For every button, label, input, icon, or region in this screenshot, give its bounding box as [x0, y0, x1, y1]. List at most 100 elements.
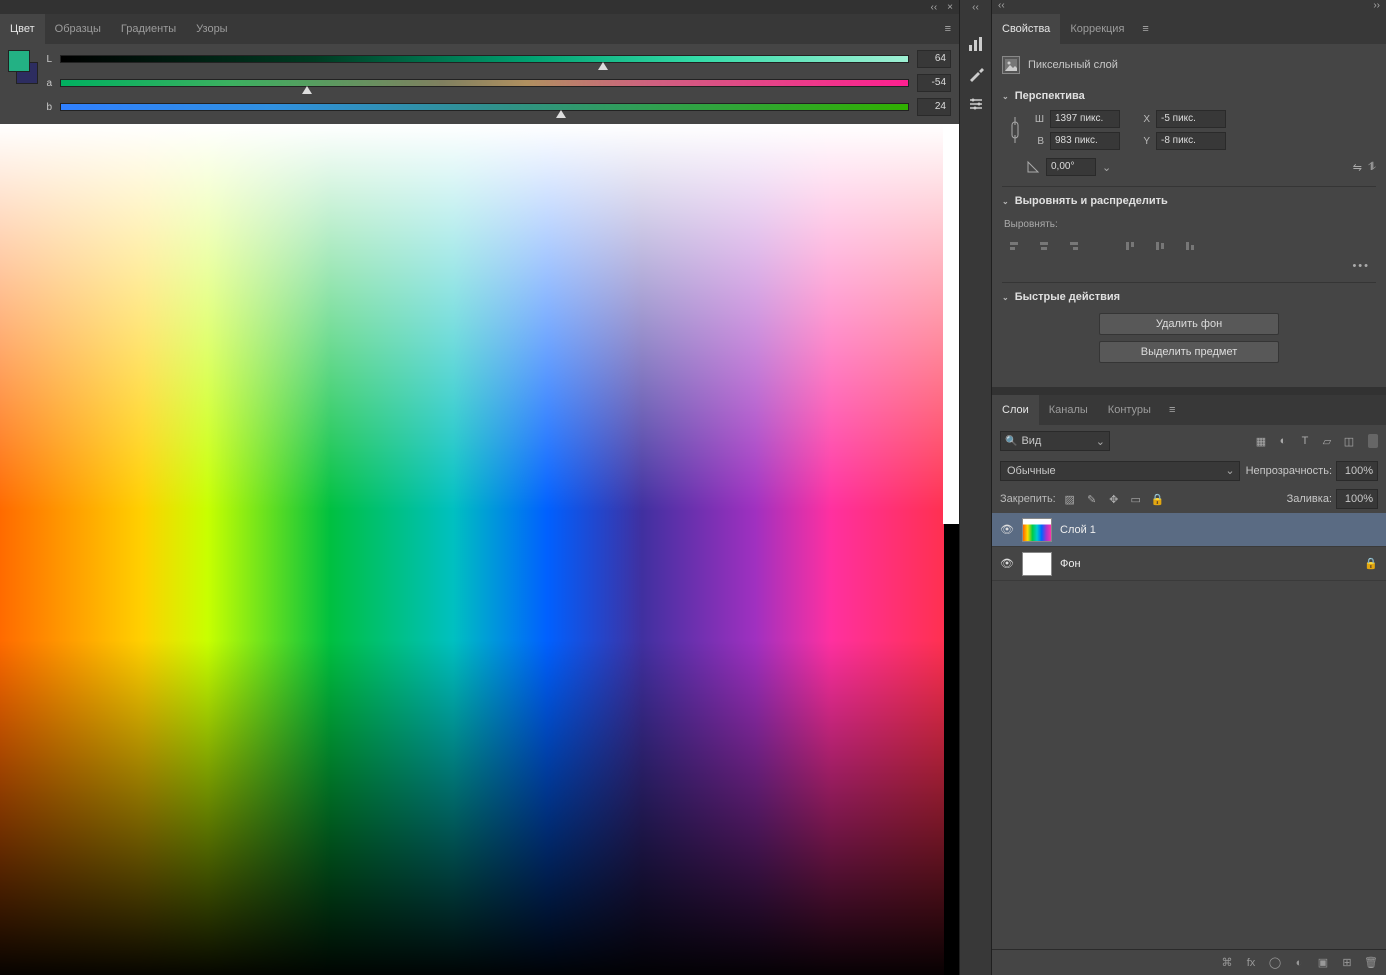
layer-thumb[interactable]	[1022, 552, 1052, 576]
flip-vertical-icon[interactable]: ⥮	[1368, 161, 1376, 174]
lock-position-icon[interactable]: ✥	[1106, 491, 1122, 507]
align-more-icon[interactable]: •••	[1002, 256, 1376, 272]
close-left-icon[interactable]: ×	[947, 2, 953, 13]
y-label: Y	[1126, 136, 1150, 147]
align-right-icon	[1064, 236, 1084, 256]
filter-shape-icon[interactable]: ▱	[1320, 435, 1334, 448]
properties-panel: Свойства Коррекция ≡ Пиксельный слой ⌄ П…	[992, 14, 1386, 387]
layer-thumb[interactable]	[1022, 518, 1052, 542]
canvas-image	[0, 124, 944, 975]
filter-type-icon[interactable]: T	[1298, 435, 1312, 448]
collapse-right-right-icon[interactable]: ››	[1373, 0, 1380, 14]
filter-smart-icon[interactable]: ◫	[1342, 435, 1356, 448]
select-subject-button[interactable]: Выделить предмет	[1099, 341, 1279, 363]
quick-actions-header[interactable]: ⌄ Быстрые действия	[1002, 285, 1376, 309]
slider-track-b[interactable]	[60, 103, 909, 111]
align-left-icon	[1004, 236, 1024, 256]
slider-thumb-b[interactable]	[556, 110, 566, 118]
lock-all-icon[interactable]: 🔒	[1150, 491, 1166, 507]
lock-artboard-icon[interactable]: ▭	[1128, 491, 1144, 507]
transform-section-header[interactable]: ⌄ Перспектива	[1002, 84, 1376, 108]
color-panel-menu-icon[interactable]: ≡	[937, 23, 959, 35]
tab-swatches[interactable]: Образцы	[45, 14, 111, 44]
group-icon[interactable]: ▣	[1316, 956, 1330, 969]
width-input[interactable]: 1397 пикс.	[1050, 110, 1120, 128]
height-input[interactable]: 983 пикс.	[1050, 132, 1120, 150]
width-label: Ш	[1030, 114, 1044, 125]
angle-dropdown-icon[interactable]: ⌄	[1102, 161, 1111, 174]
layer-row[interactable]: 👁 Фон 🔒	[992, 547, 1386, 581]
angle-input[interactable]: 0,00°	[1046, 158, 1096, 176]
tab-paths[interactable]: Контуры	[1098, 395, 1161, 425]
fill-input[interactable]: 100%	[1336, 489, 1378, 509]
slider-track-a[interactable]	[60, 79, 909, 87]
dock-histogram-icon[interactable]	[966, 34, 986, 54]
layer-name[interactable]: Слой 1	[1060, 524, 1378, 536]
tab-channels[interactable]: Каналы	[1039, 395, 1098, 425]
tab-patterns[interactable]: Узоры	[186, 14, 237, 44]
tab-properties[interactable]: Свойства	[992, 14, 1060, 44]
canvas-area[interactable]	[0, 124, 959, 975]
layer-filter-kind-label: Вид	[1021, 435, 1041, 447]
dock-adjust-icon[interactable]	[966, 94, 986, 114]
layer-name[interactable]: Фон	[1060, 558, 1356, 570]
adjustment-layer-icon[interactable]: ◐	[1292, 957, 1306, 969]
expand-dock-icon[interactable]: ‹‹	[972, 2, 979, 13]
transform-title: Перспектива	[1015, 90, 1085, 102]
align-bottom-icon	[1180, 236, 1200, 256]
x-label: X	[1126, 114, 1150, 125]
new-layer-icon[interactable]: ⊞	[1340, 956, 1354, 969]
link-layers-icon[interactable]: ⌘	[1220, 956, 1234, 969]
delete-layer-icon[interactable]: 🗑	[1364, 956, 1378, 969]
opacity-input[interactable]: 100%	[1336, 461, 1378, 481]
slider-value-l[interactable]: 64	[917, 50, 951, 68]
fill-label: Заливка:	[1287, 493, 1332, 505]
collapse-right-left-icon[interactable]: ‹‹	[998, 0, 1005, 14]
align-section-header[interactable]: ⌄ Выровнять и распределить	[1002, 189, 1376, 213]
fx-icon[interactable]: fx	[1244, 957, 1258, 969]
slider-thumb-l[interactable]	[598, 62, 608, 70]
color-swatches	[8, 50, 40, 116]
mask-icon[interactable]: ◯	[1268, 956, 1282, 969]
collapse-left-icon[interactable]: ‹‹	[930, 2, 937, 13]
slider-value-a[interactable]: -54	[917, 74, 951, 92]
flip-horizontal-icon[interactable]: ⇋	[1353, 161, 1362, 174]
blend-mode-select[interactable]: Обычные	[1000, 461, 1240, 481]
angle-icon	[1026, 160, 1040, 174]
filter-pixel-icon[interactable]: ▦	[1254, 435, 1268, 448]
layers-menu-icon[interactable]: ≡	[1161, 404, 1183, 416]
remove-background-button[interactable]: Удалить фон	[1099, 313, 1279, 335]
slider-thumb-a[interactable]	[302, 86, 312, 94]
chevron-down-icon: ⌄	[1002, 293, 1009, 302]
chevron-down-icon: ⌄	[1002, 197, 1009, 206]
link-wh-icon[interactable]	[1006, 115, 1024, 145]
dock-brush-icon[interactable]	[966, 64, 986, 84]
visibility-toggle-icon[interactable]: 👁	[1000, 557, 1014, 570]
slider-track-l[interactable]	[60, 55, 909, 63]
layer-filter-kind[interactable]: 🔍 Вид ⌄	[1000, 431, 1110, 451]
slider-label-l: L	[40, 54, 52, 65]
lock-transparency-icon[interactable]: ▨	[1062, 491, 1078, 507]
lock-pixels-icon[interactable]: ✎	[1084, 491, 1100, 507]
filter-toggle[interactable]	[1368, 434, 1378, 448]
tab-gradients[interactable]: Градиенты	[111, 14, 186, 44]
slider-row-a: a -54	[40, 74, 951, 92]
color-panel: Цвет Образцы Градиенты Узоры ≡ L 64 a	[0, 14, 959, 124]
slider-value-b[interactable]: 24	[917, 98, 951, 116]
filter-adjust-icon[interactable]: ◐	[1276, 435, 1290, 448]
tab-color[interactable]: Цвет	[0, 14, 45, 44]
properties-menu-icon[interactable]: ≡	[1134, 23, 1156, 35]
tab-adjustments[interactable]: Коррекция	[1060, 14, 1134, 44]
y-input[interactable]: -8 пикс.	[1156, 132, 1226, 150]
layer-type-label: Пиксельный слой	[1028, 59, 1118, 71]
quick-actions-title: Быстрые действия	[1015, 291, 1120, 303]
tab-layers[interactable]: Слои	[992, 395, 1039, 425]
layer-row[interactable]: 👁 Слой 1	[992, 513, 1386, 547]
lab-sliders: L 64 a -54 b 24	[0, 44, 959, 124]
chevron-down-icon: ⌄	[1002, 92, 1009, 101]
foreground-swatch[interactable]	[8, 50, 30, 72]
visibility-toggle-icon[interactable]: 👁	[1000, 523, 1014, 536]
lock-label: Закрепить:	[1000, 493, 1056, 505]
x-input[interactable]: -5 пикс.	[1156, 110, 1226, 128]
align-vcenter-icon	[1150, 236, 1170, 256]
